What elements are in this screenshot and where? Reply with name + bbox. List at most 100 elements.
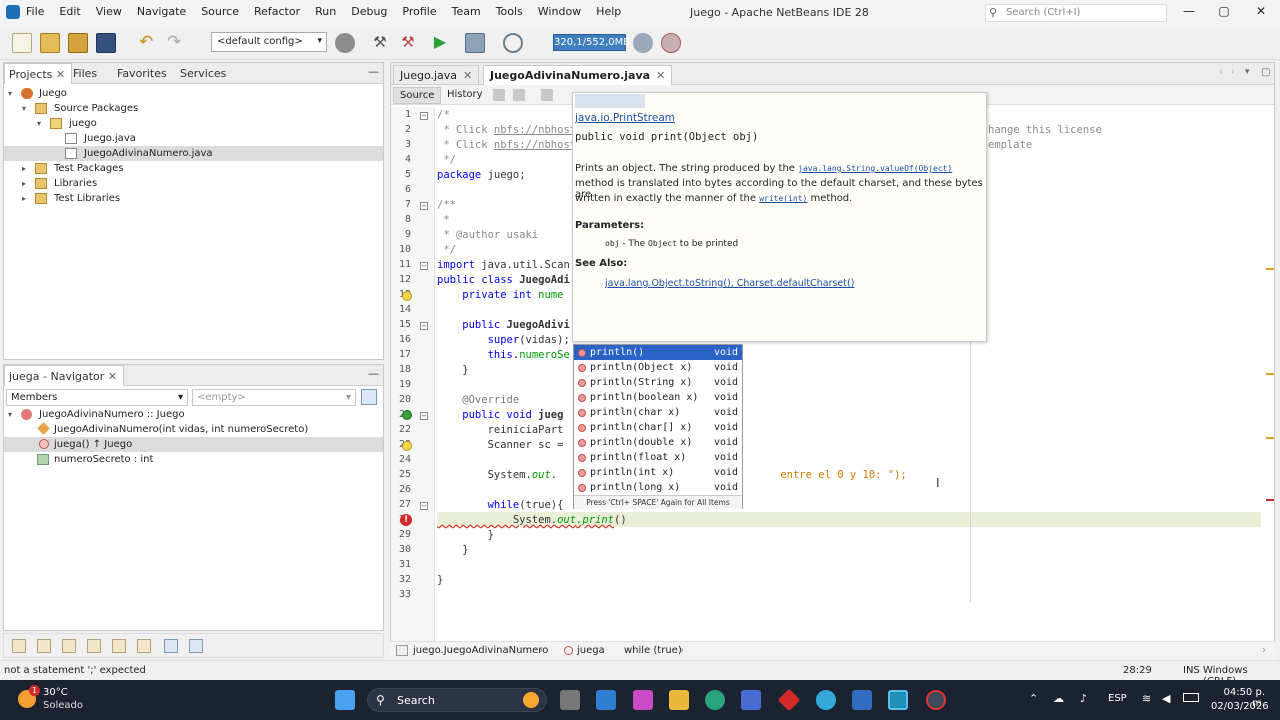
error-stripe-mark[interactable]	[1266, 268, 1274, 270]
target-icon[interactable]	[335, 33, 355, 53]
completion-item[interactable]: println(char[] x) void	[574, 420, 742, 435]
error-icon[interactable]: !	[400, 514, 412, 526]
app-icon[interactable]	[926, 690, 946, 710]
store-icon[interactable]	[741, 690, 761, 710]
tree-item-test-packages[interactable]: ▸ Test Packages	[4, 161, 383, 176]
taskbar-search-input[interactable]: ⚲ Search	[367, 688, 547, 712]
tab-history[interactable]: History	[441, 87, 489, 102]
netbeans-taskbar-icon[interactable]	[888, 690, 908, 710]
code-line-2[interactable]: * Click nbfs://nbhost	[437, 124, 576, 136]
completion-item[interactable]: println(int x) void	[574, 465, 742, 480]
menu-debug[interactable]: Debug	[351, 5, 387, 18]
caret-position[interactable]: 28:29	[1123, 665, 1152, 676]
chevron-up-icon[interactable]: ⌃	[1029, 692, 1038, 705]
tab-source[interactable]: Source	[393, 87, 442, 104]
redo-icon[interactable]: ↷	[167, 33, 187, 53]
completion-item[interactable]: println(Object x) void	[574, 360, 742, 375]
code-line-28[interactable]: System.out.print()	[437, 514, 627, 526]
completion-item[interactable]: println(float x) void	[574, 450, 742, 465]
code-line-7[interactable]: /**	[437, 199, 456, 211]
minimize-button[interactable]: —	[1179, 4, 1199, 20]
new-file-icon[interactable]	[12, 33, 32, 53]
tree-item-juego-package[interactable]: ▾ juego	[4, 116, 383, 131]
filter-icon[interactable]	[62, 639, 76, 653]
code-line-11[interactable]: import java.util.Scan	[437, 259, 570, 271]
open-project-icon[interactable]	[68, 33, 88, 53]
nav-item-class[interactable]: ▾ JuegoAdivinaNumero :: Juego	[4, 407, 383, 422]
menu-team[interactable]: Team	[452, 5, 481, 18]
insert-mode[interactable]: INS	[1183, 665, 1200, 676]
task-view-icon[interactable]	[560, 690, 580, 710]
save-all-icon[interactable]	[96, 33, 116, 53]
code-line-13[interactable]: private int nume	[437, 289, 563, 301]
clock-date[interactable]: 02/03/2026	[1211, 701, 1269, 712]
sort-icon[interactable]	[164, 639, 178, 653]
javadoc-nav-icons[interactable]	[575, 94, 645, 108]
build-hammer-icon[interactable]: ⚒	[370, 33, 390, 53]
tab-juegoadivinanumero-java[interactable]: JuegoAdivinaNumero.java ✕	[483, 65, 673, 85]
menu-navigate[interactable]: Navigate	[137, 5, 186, 18]
code-line-12[interactable]: public class JuegoAdi	[437, 274, 570, 286]
close-button[interactable]: ✕	[1251, 4, 1271, 20]
tree-item-test-libraries[interactable]: ▸ Test Libraries	[4, 191, 383, 206]
copilot-icon[interactable]	[633, 690, 653, 710]
menu-file[interactable]: File	[26, 5, 44, 18]
menu-edit[interactable]: Edit	[59, 5, 80, 18]
debug-icon[interactable]	[465, 33, 485, 53]
filter-icon[interactable]	[87, 639, 101, 653]
minimize-panel-icon[interactable]: —	[368, 65, 379, 78]
filter-icon[interactable]	[37, 639, 51, 653]
tab-juego-java[interactable]: Juego.java ✕	[393, 65, 480, 85]
override-icon[interactable]	[402, 410, 412, 420]
javadoc-see-links[interactable]: java.lang.Object.toString(), Charset.def…	[605, 278, 854, 289]
gc-icon[interactable]	[633, 33, 653, 53]
back-icon[interactable]	[493, 89, 505, 101]
tab-projects[interactable]: Projects ✕	[4, 63, 73, 84]
app-icon[interactable]	[777, 688, 801, 712]
code-line-18[interactable]: }	[437, 364, 468, 376]
code-line-10[interactable]: */	[437, 244, 456, 256]
search-input[interactable]: ⚲ Search (Ctrl+I)	[985, 4, 1167, 22]
tree-item-juego-project[interactable]: ▾ Juego	[4, 86, 383, 101]
error-stripe-mark[interactable]	[1266, 373, 1274, 375]
code-line-21[interactable]: public void jueg	[437, 409, 563, 421]
error-stripe-mark[interactable]	[1266, 437, 1274, 439]
menu-view[interactable]: View	[96, 5, 122, 18]
code-line-30[interactable]: }	[437, 544, 468, 556]
fold-marker-icon[interactable]: −	[420, 262, 428, 270]
outlook-icon[interactable]	[852, 690, 872, 710]
fold-marker-icon[interactable]: −	[420, 412, 428, 420]
code-line-27[interactable]: while(true){	[437, 499, 564, 511]
battery-icon[interactable]	[1183, 693, 1199, 702]
code-line-9[interactable]: * @author usaki	[437, 229, 538, 241]
menu-tools[interactable]: Tools	[496, 5, 523, 18]
code-line-25-string[interactable]: entre el 0 y 10: ");	[774, 469, 906, 481]
clean-build-icon[interactable]: ⚒	[398, 33, 418, 53]
tree-item-libraries[interactable]: ▸ Libraries	[4, 176, 383, 191]
tab-files[interactable]: Files	[73, 67, 97, 80]
minimize-panel-icon[interactable]: —	[368, 367, 379, 380]
file-explorer-icon[interactable]	[669, 690, 689, 710]
weather-status[interactable]: Soleado	[43, 700, 83, 711]
breadcrumb-while[interactable]: while (true)	[624, 645, 682, 656]
tree-item-juegoadivinanumero-java[interactable]: JuegoAdivinaNumero.java	[4, 146, 383, 161]
code-line-32[interactable]: }	[437, 574, 443, 586]
members-filter-select[interactable]: Members ▾	[6, 389, 188, 406]
code-line-17[interactable]: this.numeroSe	[437, 349, 570, 361]
menu-source[interactable]: Source	[201, 5, 239, 18]
code-line-22[interactable]: reiniciaPart	[437, 424, 564, 436]
fold-marker-icon[interactable]: −	[420, 322, 428, 330]
filter-icon[interactable]	[12, 639, 26, 653]
weather-temperature[interactable]: 30°C	[43, 687, 68, 698]
completion-item[interactable]: println() void	[574, 345, 742, 360]
fold-marker-icon[interactable]: −	[420, 202, 428, 210]
code-line-23[interactable]: Scanner sc =	[437, 439, 570, 451]
wifi-icon[interactable]: ≋	[1142, 692, 1151, 705]
tab-scroll-right-icon[interactable]: ›	[1231, 67, 1235, 77]
breadcrumb-class[interactable]: juego.JuegoAdivinaNumero	[413, 645, 548, 656]
code-line-8[interactable]: *	[437, 214, 449, 226]
chevron-right-icon[interactable]: ›	[1262, 645, 1266, 656]
code-line-25[interactable]: System.out.	[437, 469, 558, 481]
javadoc-class-link[interactable]: java.io.PrintStream	[575, 112, 675, 124]
error-stripe-mark[interactable]	[1266, 499, 1274, 501]
